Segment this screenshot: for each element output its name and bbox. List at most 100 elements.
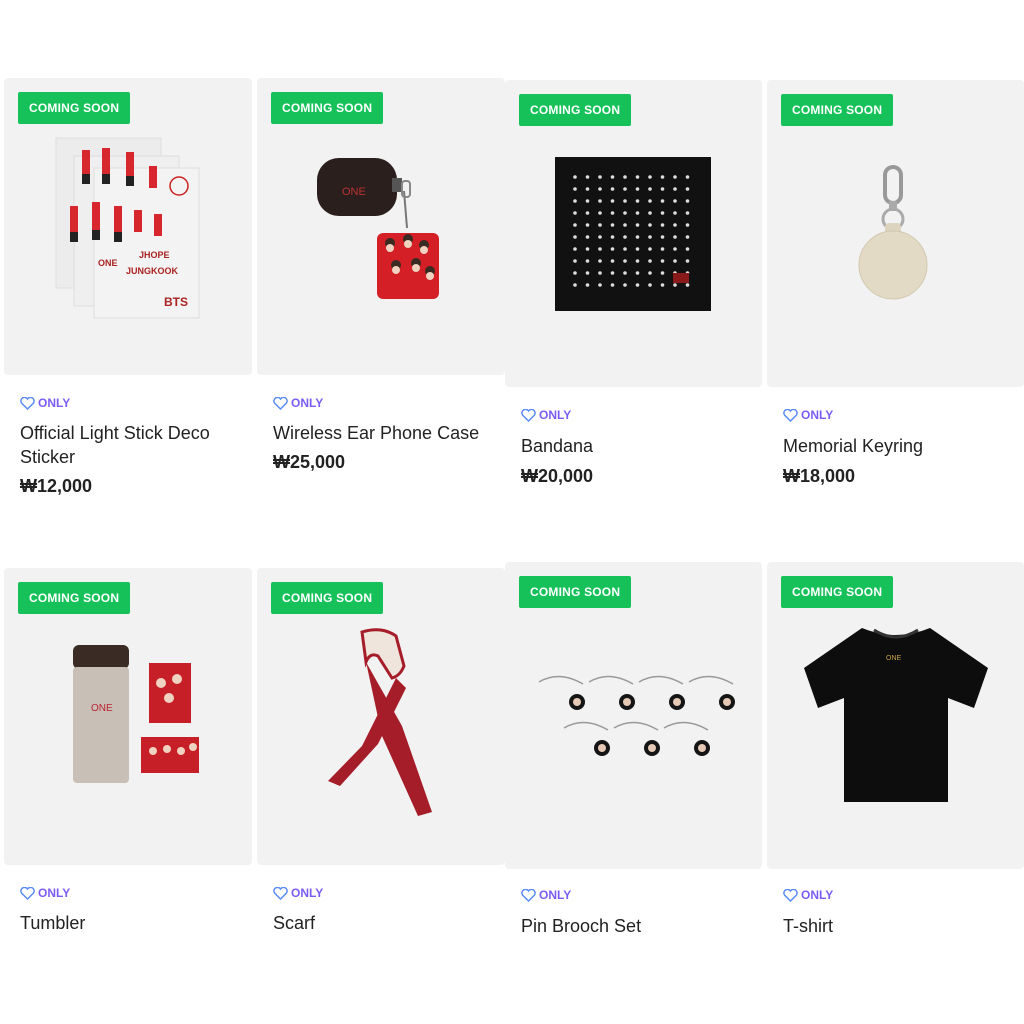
bandana-dot: [635, 175, 640, 179]
product-name[interactable]: T-shirt: [783, 914, 1008, 938]
product-card[interactable]: COMING SOON ONE ONLY T-shirt: [767, 562, 1024, 952]
bandana-dot: [648, 187, 652, 191]
tshirt-logo-text: ONE: [886, 655, 902, 662]
product-price: ₩12,000: [20, 476, 93, 496]
bandana-dot: [635, 259, 640, 263]
coming-soon-badge: COMING SOON: [271, 582, 384, 614]
heart-check-icon: [273, 886, 288, 900]
product-name[interactable]: Scarf: [273, 911, 498, 935]
bandana-dot: [610, 283, 615, 287]
bandana-dot: [660, 199, 665, 203]
bandana-dot: [635, 247, 640, 251]
only-label: ONLY: [521, 888, 571, 902]
pin-brooch: [688, 675, 735, 710]
product-thumbnail[interactable]: COMING SOON: [257, 568, 505, 865]
bandana-dot: [623, 283, 627, 287]
bandana-dot: [598, 187, 602, 191]
bandana-dot: [648, 223, 652, 227]
product-thumbnail[interactable]: COMING SOON: [767, 80, 1024, 387]
product-thumbnail[interactable]: COMING SOON ONE: [257, 78, 505, 375]
bandana-dot: [598, 259, 602, 263]
sticker-text-2: JUNGKOOK: [126, 266, 179, 276]
bandana-dot: [660, 187, 665, 191]
bandana-dot: [648, 235, 652, 239]
pin-brooch: [613, 721, 660, 756]
product-thumbnail[interactable]: COMING SOON: [505, 562, 762, 869]
product-name[interactable]: Bandana: [521, 434, 746, 458]
bandana-dot: [623, 223, 627, 227]
bandana-dot: [635, 235, 640, 239]
bandana-dot: [660, 223, 665, 227]
bandana-dot: [648, 211, 652, 215]
bandana-dot: [623, 235, 627, 239]
earphone-case-image: ONE: [317, 158, 439, 299]
bandana-dot: [685, 187, 690, 191]
bandana-dot: [610, 235, 615, 239]
bandana-dot: [635, 211, 640, 215]
bandana-dot: [598, 283, 602, 287]
keyring-image: [858, 165, 928, 300]
bandana-dot: [585, 271, 590, 275]
product-thumbnail[interactable]: COMING SOON ONE: [767, 562, 1024, 869]
product-thumbnail[interactable]: COMING SOON ONE: [4, 568, 252, 865]
pin-brooch: [538, 675, 585, 710]
only-label: ONLY: [273, 886, 323, 900]
case-logo-text: ONE: [342, 186, 366, 198]
product-name[interactable]: Tumbler: [20, 911, 245, 935]
scarf-image: [328, 628, 432, 816]
coming-soon-badge: COMING SOON: [781, 576, 894, 608]
bandana-dot: [610, 199, 615, 203]
bandana-dot: [585, 259, 590, 263]
product-card[interactable]: COMING SOON ONE ONLY Wireless Ear Phone …: [257, 78, 505, 508]
product-price: ₩25,000: [273, 452, 346, 472]
product-name[interactable]: Memorial Keyring: [783, 434, 1008, 458]
bandana-dot: [598, 223, 602, 227]
product-thumbnail[interactable]: COMING SOON ONE JHOPE JUNGKOOK BTS: [4, 78, 252, 375]
product-card[interactable]: COMING SOON ONE ONLY Tumbler: [4, 568, 252, 948]
sticker-text-1: JHOPE: [139, 250, 170, 260]
tumbler-image: ONE: [73, 645, 199, 783]
bandana-dot: [585, 175, 590, 179]
bandana-dot: [635, 271, 640, 275]
bandana-dot: [660, 175, 665, 179]
product-card[interactable]: COMING SOON ONLY Bandana ₩20,000: [505, 80, 762, 510]
product-name[interactable]: Wireless Ear Phone Case: [273, 421, 498, 445]
product-price: ₩20,000: [521, 466, 594, 486]
bandana-dot: [685, 259, 690, 263]
bandana-dot: [598, 235, 602, 239]
bandana-dot: [623, 199, 627, 203]
bandana-dot: [623, 259, 627, 263]
bandana-dot: [610, 271, 615, 275]
product-card[interactable]: COMING SOON ONLY Pin Brooch Set: [505, 562, 762, 952]
bandana-dot: [610, 175, 615, 179]
bandana-dot: [585, 283, 590, 287]
product-card[interactable]: COMING SOON ONE JHOPE JUNGKOOK BTS ONLY …: [4, 78, 252, 508]
bandana-dot: [635, 187, 640, 191]
pin-brooch: [563, 721, 610, 756]
bandana-image: [555, 157, 711, 311]
bandana-dot: [673, 187, 677, 191]
coming-soon-badge: COMING SOON: [271, 92, 384, 124]
product-card[interactable]: COMING SOON ONLY Memorial Keyring ₩18,00…: [767, 80, 1024, 510]
bandana-dot: [585, 223, 590, 227]
bandana-dot: [610, 223, 615, 227]
bandana-dot: [573, 187, 577, 191]
sticker-text-one: ONE: [98, 258, 118, 268]
product-name[interactable]: Pin Brooch Set: [521, 914, 746, 938]
product-thumbnail[interactable]: COMING SOON: [505, 80, 762, 387]
only-label: ONLY: [273, 396, 323, 410]
only-label: ONLY: [20, 396, 70, 410]
product-card[interactable]: COMING SOON ONLY Scarf: [257, 568, 505, 948]
bandana-dot: [598, 211, 602, 215]
bandana-dot: [685, 235, 690, 239]
coming-soon-badge: COMING SOON: [519, 576, 632, 608]
bandana-dot: [673, 247, 677, 251]
bandana-dot: [648, 247, 652, 251]
bandana-dot: [610, 187, 615, 191]
bandana-dot: [660, 271, 665, 275]
bandana-dot: [673, 199, 677, 203]
bandana-dot: [673, 223, 677, 227]
bandana-dot: [635, 199, 640, 203]
bandana-dot: [585, 235, 590, 239]
product-name[interactable]: Official Light Stick Deco Sticker: [20, 421, 245, 469]
